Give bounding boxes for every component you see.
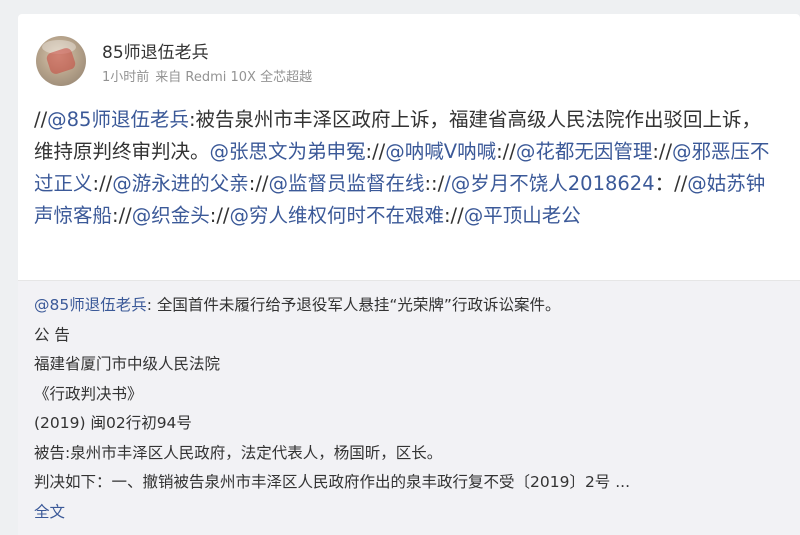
mention-link[interactable]: @游永进的父亲: [112, 172, 249, 195]
mention-link[interactable]: @平顶山老公: [464, 204, 581, 227]
post-text-segment: ://: [112, 204, 132, 227]
post-text-segment: ://: [443, 204, 464, 227]
avatar[interactable]: [36, 36, 86, 86]
repost-line: 《行政判决书》: [34, 384, 143, 403]
repost-line: 被告:泉州市丰泽区人民政府，法定代表人，杨国昕，区长。: [34, 443, 443, 462]
author-name[interactable]: 85师退伍老兵: [102, 38, 209, 63]
repost-body: @85师退伍老兵: 全国首件未履行给予退役军人悬挂“光荣牌”行政诉讼案件。 公 …: [34, 291, 784, 527]
post-text: //@85师退伍老兵:被告泉州市丰泽区政府上诉，福建省高级人民法院作出驳回上诉，…: [34, 104, 778, 232]
mention-link[interactable]: @张思文为弟申冤: [210, 140, 366, 163]
post-text-segment: ://: [365, 140, 386, 163]
mention-link[interactable]: @呐喊V呐喊: [385, 140, 496, 163]
repost-line: 公 告: [34, 325, 70, 344]
post-text-segment: //: [34, 108, 48, 131]
mention-link[interactable]: @85师退伍老兵: [47, 108, 189, 131]
full-text-link[interactable]: 全文: [34, 503, 65, 521]
post-text-segment: ::/: [424, 172, 445, 195]
post-text-segment: ://: [652, 140, 673, 163]
mention-link[interactable]: @织金头: [132, 204, 210, 227]
post-source: 来自 Redmi 10X 全芯超越: [155, 70, 313, 85]
mention-link[interactable]: /@岁月不饶人2018624: [444, 172, 654, 195]
post-text-segment: ://: [248, 172, 269, 195]
post-time[interactable]: 1小时前: [102, 70, 149, 85]
mention-link[interactable]: @穷人维权何时不在艰难: [229, 204, 444, 227]
repost-line: 福建省厦门市中级人民法院: [34, 355, 221, 373]
post-text-segment: ://: [209, 204, 230, 227]
repost-author-mention[interactable]: @85师退伍老兵: [34, 296, 147, 314]
post-meta: 1小时前 来自 Redmi 10X 全芯超越: [102, 66, 318, 85]
repost-line: (2019) 闽02行初94号: [34, 414, 192, 432]
mention-link[interactable]: @监督员监督在线: [268, 172, 424, 195]
repost-block[interactable]: @85师退伍老兵: 全国首件未履行给予退役军人悬挂“光荣牌”行政诉讼案件。 公 …: [18, 280, 800, 535]
mention-link[interactable]: @花都无因管理: [516, 140, 653, 163]
repost-title: : 全国首件未履行给予退役军人悬挂“光荣牌”行政诉讼案件。: [146, 296, 561, 314]
repost-line: 判决如下：一、撤销被告泉州市丰泽区人民政府作出的泉丰政行复不受〔2019〕2号 …: [34, 473, 631, 491]
repost-first-line: @85师退伍老兵: 全国首件未履行给予退役军人悬挂“光荣牌”行政诉讼案件。: [34, 291, 784, 321]
post-text-segment: ://: [92, 172, 113, 195]
post-text-segment: ://: [496, 140, 516, 163]
post-text-segment: ：//: [654, 172, 688, 195]
weibo-card: 85师退伍老兵 1小时前 来自 Redmi 10X 全芯超越 //@85师退伍老兵…: [18, 14, 800, 535]
